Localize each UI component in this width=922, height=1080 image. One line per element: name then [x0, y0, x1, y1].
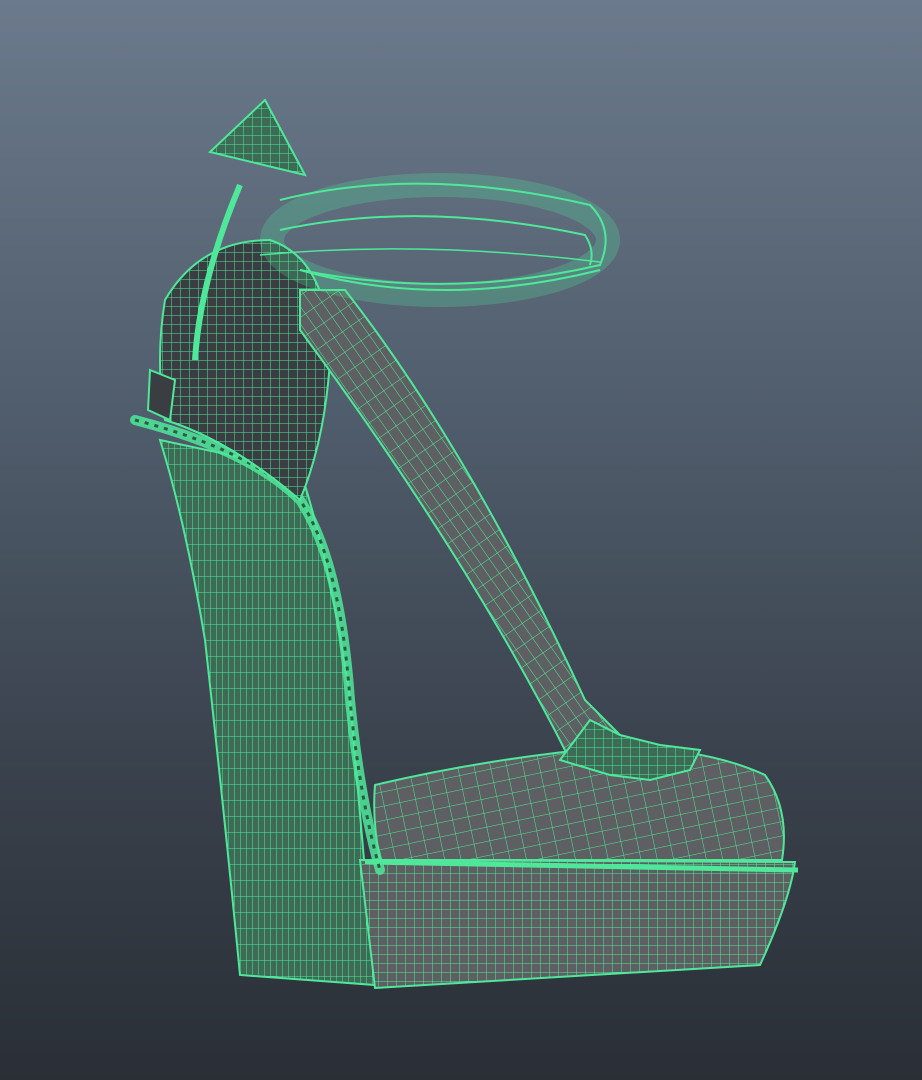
sandal-mesh-model[interactable]	[0, 0, 922, 1080]
platform-sole	[358, 858, 799, 990]
wedge-heel	[158, 438, 377, 987]
ankle-strap	[259, 173, 620, 307]
3d-viewport[interactable]	[0, 0, 922, 1080]
